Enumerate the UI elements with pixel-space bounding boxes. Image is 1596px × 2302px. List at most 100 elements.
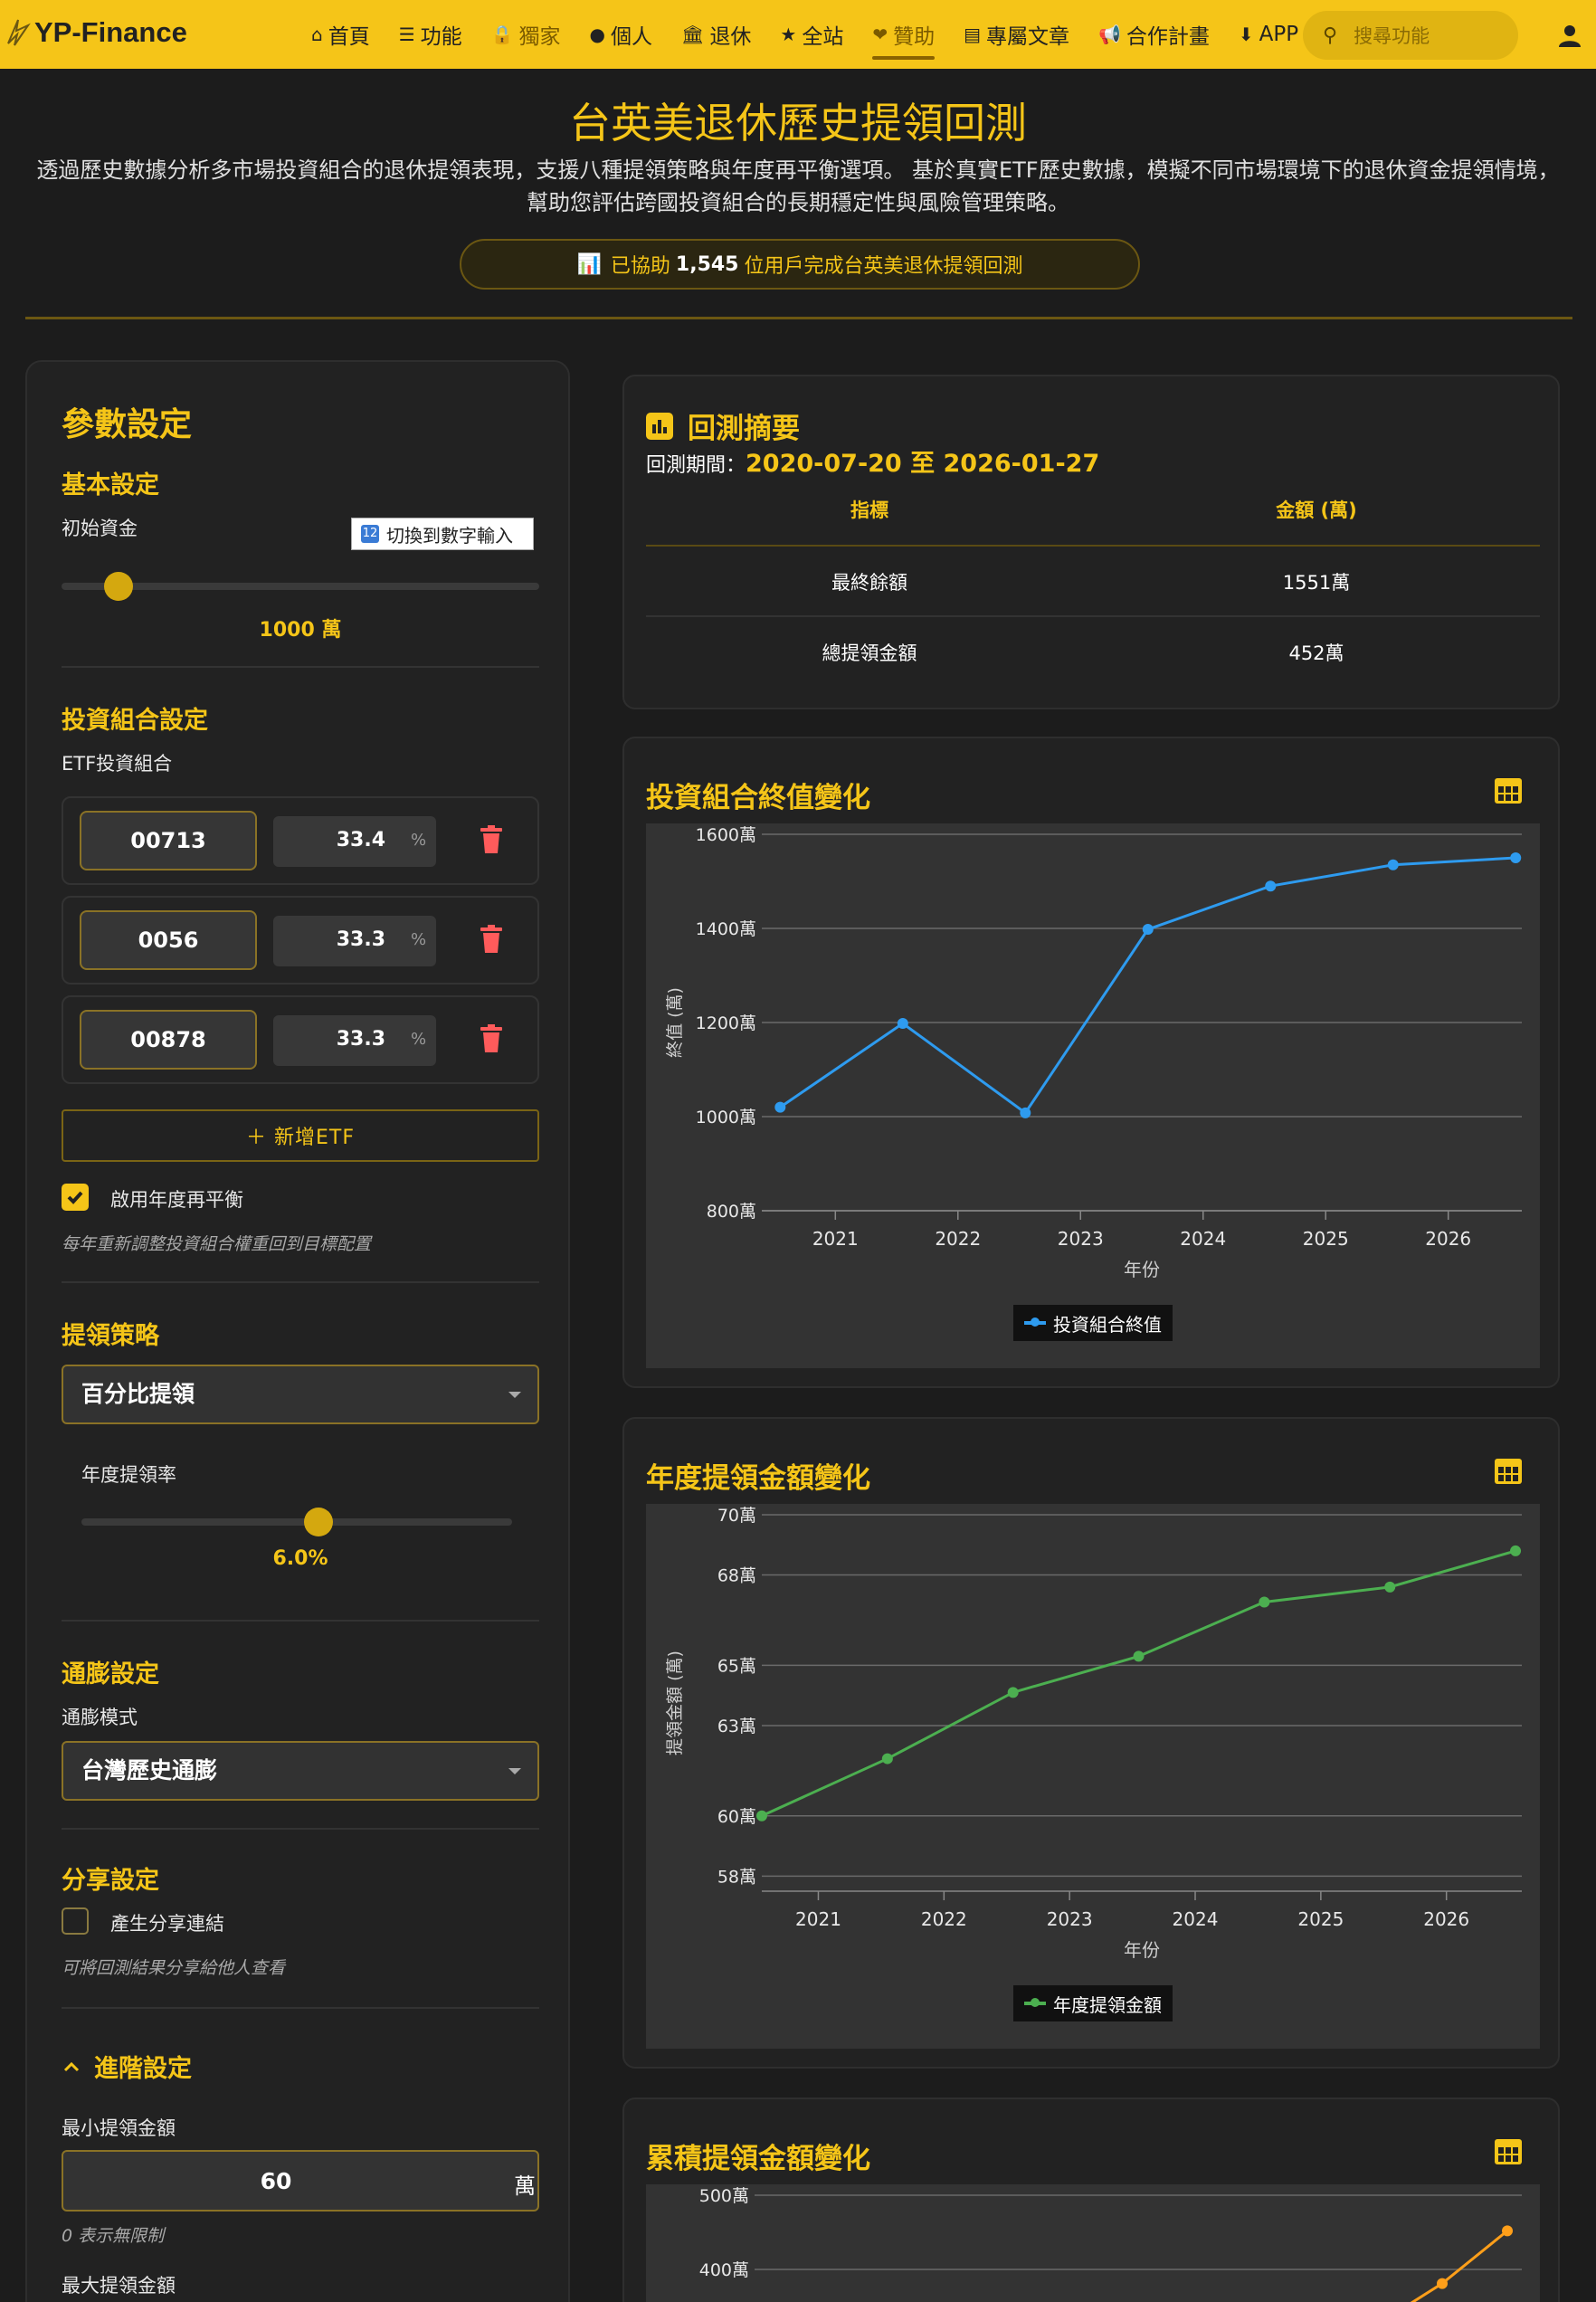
withdrawal-rate-slider-track[interactable]: [81, 1518, 512, 1526]
search-input[interactable]: 搜尋功能: [1354, 22, 1430, 49]
table-view-icon[interactable]: [1495, 1459, 1522, 1484]
table-row: 最終餘額 1551萬: [646, 568, 1540, 595]
inflation-select[interactable]: 台灣歷史通膨: [62, 1741, 539, 1801]
rebalance-hint: 每年重新調整投資組合權重回到目標配置: [62, 1234, 372, 1254]
toggle-number-input-button[interactable]: 12 切換到數字輸入: [351, 518, 534, 550]
user-count-value: 1,545: [675, 252, 739, 276]
share-link-checkbox[interactable]: [62, 1907, 89, 1935]
home-icon: ⌂: [311, 24, 323, 45]
y-tick-label: 1200萬: [696, 1013, 756, 1033]
nav-item-label: 個人: [611, 25, 652, 49]
etf-row: 0056 33.3%: [62, 896, 539, 985]
data-point: [897, 1018, 908, 1030]
etf-code-input[interactable]: 00713: [80, 811, 257, 870]
strategy-select-value: 百分比提領: [81, 1381, 195, 1407]
trash-icon[interactable]: [480, 1024, 503, 1053]
y-tick-label: 65萬: [717, 1656, 756, 1676]
nav-item-9[interactable]: ⬇ APP: [1239, 20, 1298, 49]
data-point: [1387, 859, 1399, 870]
chart-legend[interactable]: 年度提領金額: [1013, 1985, 1173, 2021]
search-box[interactable]: ⚲ 搜尋功能: [1303, 11, 1518, 60]
nav-item-4[interactable]: 🏛 退休: [681, 20, 751, 49]
user-account-icon[interactable]: [1558, 24, 1582, 47]
etf-weight-input[interactable]: 33.3%: [273, 916, 436, 966]
period-value: 2020-07-20 至 2026-01-27: [746, 450, 1100, 478]
initial-capital-value: 1000 萬: [259, 619, 342, 642]
table-view-icon[interactable]: [1495, 2139, 1522, 2164]
bar-chart-icon: 📊: [576, 252, 602, 276]
page-description: 透過歷史數據分析多市場投資組合的退休提領表現，支援八種提領策略與年度再平衡選項。…: [18, 154, 1578, 219]
nav-item-7[interactable]: ▤ 專屬文章: [964, 20, 1069, 49]
advanced-settings-toggle[interactable]: 進階設定: [62, 2049, 192, 2084]
summary-title: 回測摘要: [688, 413, 800, 445]
nav-item-1[interactable]: ☰ 功能: [399, 20, 462, 49]
data-point: [1384, 1581, 1396, 1593]
brand-logo[interactable]: YP-Finance: [5, 16, 187, 49]
x-tick-label: 2022: [935, 1228, 981, 1250]
withdrawal-rate-slider-thumb[interactable]: [303, 1508, 333, 1536]
etf-weight-value: 33.4: [336, 829, 385, 851]
share-link-label: 產生分享連結: [110, 1913, 224, 1935]
etf-weight-unit: %: [411, 1030, 427, 1049]
etf-code-input[interactable]: 0056: [80, 910, 257, 970]
trash-icon[interactable]: [480, 925, 503, 954]
table-row: 總提領金額 452萬: [646, 639, 1540, 666]
nav-item-label: 功能: [420, 25, 462, 49]
chart-title: 年度提領金額變化: [646, 1462, 870, 1495]
nav-item-3[interactable]: ● 個人: [590, 20, 652, 49]
data-point: [1510, 852, 1522, 863]
max-withdrawal-label: 最大提領金額: [62, 2275, 176, 2297]
nav-item-5[interactable]: ★ 全站: [780, 20, 843, 49]
nav-item-6[interactable]: ❤ 贊助: [872, 20, 935, 60]
trash-icon[interactable]: [480, 825, 503, 854]
min-withdrawal-value: 60: [260, 2168, 292, 2194]
megaphone-icon: 📢: [1098, 24, 1121, 45]
rebalance-checkbox[interactable]: [62, 1184, 89, 1211]
min-withdrawal-unit: 萬: [514, 2174, 536, 2199]
nav-item-8[interactable]: 📢 合作計畫: [1098, 20, 1210, 49]
series-line: [779, 856, 1516, 1115]
col-metric-header: 指標: [850, 499, 888, 521]
nav-item-label: 全站: [802, 25, 844, 49]
etf-weight-input[interactable]: 33.4%: [273, 816, 436, 867]
table-row-divider: [646, 615, 1540, 617]
portfolio-settings-heading: 投資組合設定: [62, 707, 208, 735]
x-tick-label: 2022: [921, 1908, 967, 1930]
parameter-panel: 參數設定 基本設定 初始資金 12 切換到數字輸入 1000 萬 投資組合設定 …: [25, 360, 570, 2302]
x-tick-label: 2025: [1303, 1228, 1349, 1250]
amount-cell: 1551萬: [1282, 572, 1351, 594]
data-point: [1020, 1107, 1031, 1118]
etf-weight-value: 33.3: [336, 928, 385, 951]
lock-icon: 🔒: [490, 24, 514, 45]
data-point: [1502, 2225, 1513, 2237]
list-icon: ☰: [398, 24, 415, 45]
chart-plot-area: 800萬 1000萬 1200萬 1400萬 1600萬 2021 2022 2023 2024…: [646, 823, 1540, 1368]
initial-capital-slider-track[interactable]: [62, 583, 539, 590]
annual-withdrawal-chart-card: 年度提領金額變化 58萬 60萬 63萬 65萬 68萬 70萬 2021 2022 2023 2…: [622, 1417, 1560, 2069]
nav-item-label: APP: [1259, 23, 1299, 46]
legend-swatch: [1024, 1317, 1046, 1327]
strategy-select[interactable]: 百分比提領: [62, 1365, 539, 1424]
etf-weight-input[interactable]: 33.3%: [273, 1015, 436, 1066]
chevron-up-icon: [63, 2061, 80, 2071]
etf-row: 00878 33.3%: [62, 995, 539, 1084]
bar-chart-icon: [646, 412, 673, 440]
add-etf-button[interactable]: ＋ 新增ETF: [62, 1109, 539, 1162]
nav-item-2[interactable]: 🔒 獨家: [491, 20, 561, 49]
divider: [62, 1281, 539, 1283]
main-menu: ⌂ 首頁 ☰ 功能 🔒 獨家 ● 個人 🏛 退休 ★ 全站 ❤ 贊助 ▤ 專屬文章 📢 合作計畫 ⬇ APP: [311, 20, 1327, 60]
y-tick-label: 63萬: [717, 1717, 756, 1736]
min-withdrawal-input[interactable]: 60 萬: [62, 2150, 539, 2212]
x-tick-label: 2024: [1173, 1908, 1219, 1930]
data-point: [1510, 1545, 1522, 1556]
data-point: [1133, 1650, 1145, 1662]
nav-item-0[interactable]: ⌂ 首頁: [311, 20, 370, 49]
chart-legend[interactable]: 投資組合終值: [1013, 1305, 1173, 1341]
table-view-icon[interactable]: [1495, 778, 1522, 804]
data-point: [1007, 1687, 1019, 1698]
etf-row: 00713 33.4%: [62, 796, 539, 885]
summary-header: 回測摘要: [646, 405, 800, 446]
etf-code-input[interactable]: 00878: [80, 1010, 257, 1070]
x-tick-label: 2021: [795, 1908, 841, 1930]
initial-capital-slider-thumb[interactable]: [104, 572, 134, 601]
